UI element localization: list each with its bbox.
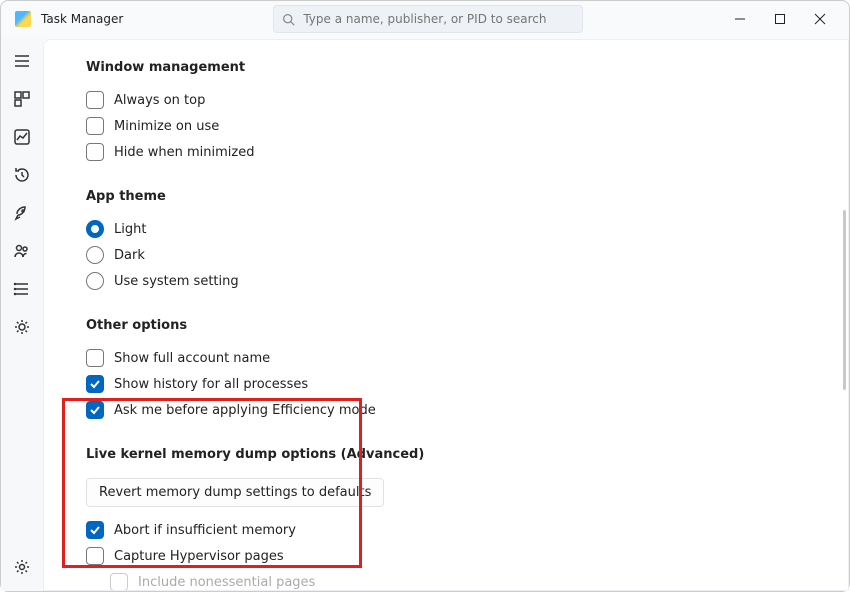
details-icon[interactable] [12, 279, 32, 299]
performance-icon[interactable] [12, 127, 32, 147]
processes-icon[interactable] [12, 89, 32, 109]
checkbox-hide-when-minimized[interactable] [86, 143, 104, 161]
checkbox-nonessential [110, 573, 128, 591]
scrollbar-thumb[interactable] [843, 210, 846, 390]
search-box[interactable] [273, 5, 583, 33]
users-icon[interactable] [12, 241, 32, 261]
section-app-theme: App theme [86, 189, 848, 204]
radio-light[interactable] [86, 220, 104, 238]
history-icon[interactable] [12, 165, 32, 185]
section-kernel-dump: Live kernel memory dump options (Advance… [86, 447, 848, 462]
option-full-account[interactable]: Show full account name [86, 345, 848, 371]
option-theme-dark[interactable]: Dark [86, 242, 848, 268]
maximize-button[interactable] [771, 10, 789, 28]
label-history-all: Show history for all processes [114, 377, 308, 392]
label-minimize-on-use: Minimize on use [114, 119, 219, 134]
revert-dump-button[interactable]: Revert memory dump settings to defaults [86, 478, 384, 507]
minimize-button[interactable] [731, 10, 749, 28]
radio-dark[interactable] [86, 246, 104, 264]
hamburger-icon[interactable] [12, 51, 32, 71]
option-ask-efficiency[interactable]: Ask me before applying Efficiency mode [86, 397, 848, 423]
task-manager-window: Task Manager [0, 0, 850, 592]
label-theme-system: Use system setting [114, 274, 239, 289]
app-icon [15, 11, 31, 27]
option-theme-system[interactable]: Use system setting [86, 268, 848, 294]
checkbox-hypervisor[interactable] [86, 547, 104, 565]
checkbox-history-all[interactable] [86, 375, 104, 393]
window-controls [731, 10, 841, 28]
settings-icon[interactable] [12, 557, 32, 577]
titlebar: Task Manager [1, 1, 849, 37]
window-title: Task Manager [41, 12, 123, 26]
section-other-options: Other options [86, 318, 848, 333]
checkbox-always-on-top[interactable] [86, 91, 104, 109]
label-hide-when-minimized: Hide when minimized [114, 145, 255, 160]
option-abort-memory[interactable]: Abort if insufficient memory [86, 517, 848, 543]
label-ask-efficiency: Ask me before applying Efficiency mode [114, 403, 376, 418]
checkbox-full-account[interactable] [86, 349, 104, 367]
option-history-all[interactable]: Show history for all processes [86, 371, 848, 397]
option-hide-when-minimized[interactable]: Hide when minimized [86, 139, 848, 165]
sidebar [1, 37, 43, 591]
option-hypervisor[interactable]: Capture Hypervisor pages [86, 543, 848, 569]
checkbox-minimize-on-use[interactable] [86, 117, 104, 135]
radio-system[interactable] [86, 272, 104, 290]
option-minimize-on-use[interactable]: Minimize on use [86, 113, 848, 139]
section-window-mgmt: Window management [86, 60, 848, 75]
label-theme-dark: Dark [114, 248, 145, 263]
option-always-on-top[interactable]: Always on top [86, 87, 848, 113]
option-nonessential: Include nonessential pages [110, 569, 848, 591]
search-input[interactable] [303, 12, 574, 26]
label-nonessential: Include nonessential pages [138, 575, 315, 590]
startup-icon[interactable] [12, 203, 32, 223]
label-full-account: Show full account name [114, 351, 270, 366]
checkbox-abort-memory[interactable] [86, 521, 104, 539]
label-abort-memory: Abort if insufficient memory [114, 523, 296, 538]
label-always-on-top: Always on top [114, 93, 205, 108]
search-icon [282, 13, 295, 26]
option-theme-light[interactable]: Light [86, 216, 848, 242]
settings-panel: Window management Always on top Minimize… [43, 39, 849, 591]
services-icon[interactable] [12, 317, 32, 337]
label-hypervisor: Capture Hypervisor pages [114, 549, 284, 564]
label-theme-light: Light [114, 222, 146, 237]
checkbox-ask-efficiency[interactable] [86, 401, 104, 419]
close-button[interactable] [811, 10, 829, 28]
